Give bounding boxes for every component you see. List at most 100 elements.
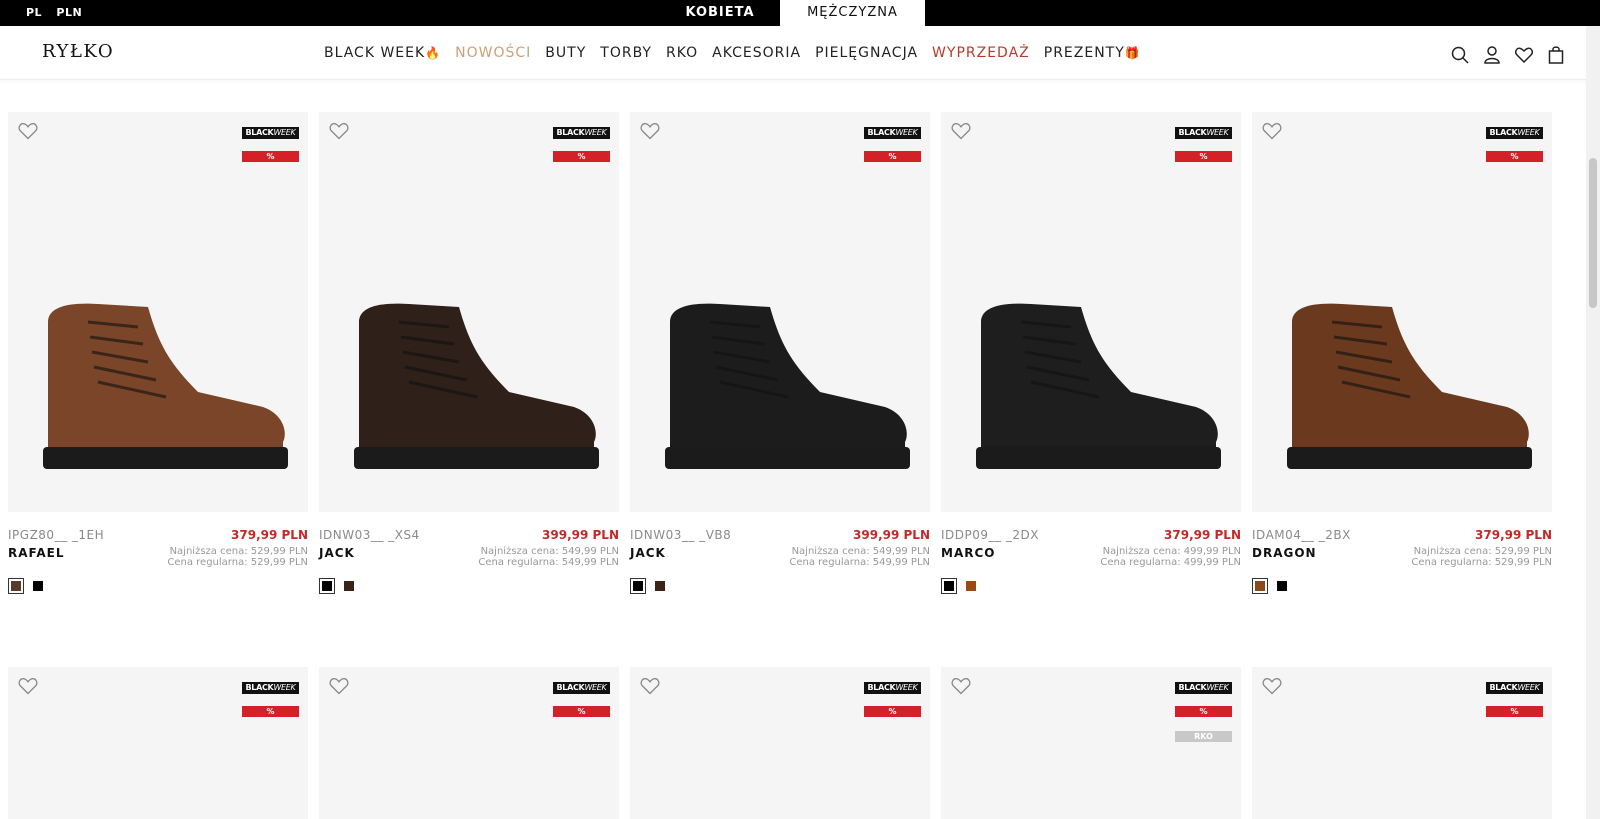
heart-icon[interactable] (329, 677, 349, 695)
color-swatch[interactable] (1274, 578, 1290, 594)
wishlist-icon[interactable] (1514, 45, 1534, 65)
color-swatch[interactable] (341, 578, 357, 594)
nav-item-gifts[interactable]: PREZENTY🎁 (1044, 45, 1141, 61)
color-swatches (8, 578, 46, 594)
nav-item-black-week[interactable]: BLACK WEEK🔥 (324, 45, 441, 61)
product-card[interactable]: BLACKWEEK% IDNW03__ _XS4 JACK 399,99 PLN Naj… (319, 112, 619, 594)
scrollbar-thumb[interactable] (1589, 158, 1597, 308)
color-swatch[interactable] (1252, 578, 1268, 594)
color-swatches (941, 578, 979, 594)
color-swatch[interactable] (630, 578, 646, 594)
rko-badge: RKO (1175, 731, 1232, 742)
color-swatch[interactable] (652, 578, 668, 594)
nav-item-shoes[interactable]: BUTY (545, 45, 586, 61)
language-label[interactable]: PL (26, 6, 42, 19)
heart-icon[interactable] (1262, 677, 1282, 695)
boot-image (28, 282, 288, 486)
color-swatch[interactable] (963, 578, 979, 594)
cart-icon[interactable] (1546, 45, 1566, 65)
heart-icon[interactable] (951, 122, 971, 140)
product-image[interactable]: BLACKWEEK% (630, 112, 930, 512)
color-swatches (1252, 578, 1290, 594)
product-image[interactable]: BLACKWEEK% (8, 112, 308, 512)
product-card[interactable]: BLACKWEEK% IDNW03__ _VB8 JACK 399,99 PLN Naj… (630, 112, 930, 594)
color-swatch[interactable] (319, 578, 335, 594)
lowest-price: Najniższa cena: 529,99 PLN (169, 546, 308, 557)
product-sku: IDNW03__ _VB8 (630, 528, 732, 542)
product-name[interactable]: MARCO (941, 546, 995, 560)
product-image[interactable]: BLACKWEEK% (319, 667, 619, 819)
badge-black-text: BLACK (245, 128, 274, 137)
product-image[interactable]: BLACKWEEK% (1252, 112, 1552, 512)
product-card[interactable]: BLACKWEEK% IDDP09__ _2DX MARCO 379,99 PLN Na… (941, 112, 1241, 594)
swatch-color (11, 581, 21, 591)
product-card[interactable]: BLACKWEEK% (1252, 667, 1552, 819)
heart-icon[interactable] (18, 677, 38, 695)
product-image[interactable]: BLACKWEEK% (941, 112, 1241, 512)
nav-item-accessories[interactable]: AKCESORIA (712, 45, 801, 61)
swatch-color (1255, 581, 1265, 591)
color-swatch[interactable] (941, 578, 957, 594)
gift-icon: 🎁 (1124, 46, 1141, 60)
regular-price: Cena regularna: 499,99 PLN (1100, 557, 1241, 568)
heart-icon[interactable] (640, 122, 660, 140)
heart-icon[interactable] (18, 122, 38, 140)
product-card[interactable]: BLACKWEEK% (630, 667, 930, 819)
nav-item-bags[interactable]: TORBY (600, 45, 652, 61)
nav-label: PREZENTY (1043, 45, 1125, 61)
discount-badge: % (242, 706, 299, 717)
heart-icon[interactable] (951, 677, 971, 695)
language-currency-selector[interactable]: PL PLN (26, 6, 92, 19)
nav-item-rko[interactable]: RKO (666, 45, 698, 61)
product-sku: IDNW03__ _XS4 (319, 528, 420, 542)
product-image[interactable]: BLACKWEEK% (319, 112, 619, 512)
swatch-color (344, 581, 354, 591)
badge-week-text: WEEK (273, 683, 296, 692)
product-card[interactable]: BLACKWEEK% RKO (941, 667, 1241, 819)
regular-price: Cena regularna: 529,99 PLN (1411, 557, 1552, 568)
product-name[interactable]: JACK (319, 546, 355, 560)
nav-item-care[interactable]: PIELĘGNACJA (815, 45, 918, 61)
tab-women[interactable]: KOBIETA (668, 0, 772, 26)
swatch-color (944, 581, 954, 591)
tab-men[interactable]: MĘŻCZYZNA (780, 0, 925, 26)
product-price: 399,99 PLN (542, 528, 619, 542)
page-scrollbar[interactable] (1586, 26, 1600, 819)
boot-image (1272, 282, 1532, 486)
product-card[interactable]: BLACKWEEK% (319, 667, 619, 819)
color-swatch[interactable] (8, 578, 24, 594)
product-price: 379,99 PLN (1164, 528, 1241, 542)
product-image[interactable]: BLACKWEEK% (8, 667, 308, 819)
badge-black-text: BLACK (867, 128, 896, 137)
heart-icon[interactable] (329, 122, 349, 140)
heart-icon[interactable] (1262, 122, 1282, 140)
top-bar: PL PLN KOBIETA MĘŻCZYZNA (0, 0, 1600, 26)
fire-icon: 🔥 (425, 46, 442, 60)
black-week-badge: BLACKWEEK (1175, 682, 1232, 694)
swatch-color (33, 581, 43, 591)
search-icon[interactable] (1450, 45, 1470, 65)
black-week-badge: BLACKWEEK (864, 682, 921, 694)
logo[interactable]: RYŁKO (42, 41, 114, 62)
product-name[interactable]: DRAGON (1252, 546, 1317, 560)
lowest-price: Najniższa cena: 549,99 PLN (480, 546, 619, 557)
color-swatch[interactable] (30, 578, 46, 594)
heart-icon[interactable] (640, 677, 660, 695)
product-card[interactable]: BLACKWEEK% (8, 667, 308, 819)
currency-label[interactable]: PLN (56, 6, 82, 19)
nav-item-sale[interactable]: WYPRZEDAŻ (932, 45, 1030, 61)
regular-price: Cena regularna: 529,99 PLN (167, 557, 308, 568)
product-name[interactable]: RAFAEL (8, 546, 64, 560)
account-icon[interactable] (1482, 45, 1502, 65)
product-image[interactable]: BLACKWEEK% (1252, 667, 1552, 819)
price-history: Najniższa cena: 499,99 PLN Cena regularna… (1100, 546, 1241, 568)
product-name[interactable]: JACK (630, 546, 666, 560)
black-week-badge: BLACKWEEK (242, 127, 299, 139)
lowest-price: Najniższa cena: 549,99 PLN (791, 546, 930, 557)
boot-image (650, 282, 910, 486)
product-card[interactable]: BLACKWEEK% IDAM04__ _2BX DRAGON 379,99 PLN N… (1252, 112, 1552, 594)
product-image[interactable]: BLACKWEEK% (630, 667, 930, 819)
nav-item-new[interactable]: NOWOŚCI (455, 45, 531, 61)
product-image[interactable]: BLACKWEEK% RKO (941, 667, 1241, 819)
product-card[interactable]: BLACKWEEK% IPGZ80__ _1EH RAFAEL 379,99 PLN N… (8, 112, 308, 594)
